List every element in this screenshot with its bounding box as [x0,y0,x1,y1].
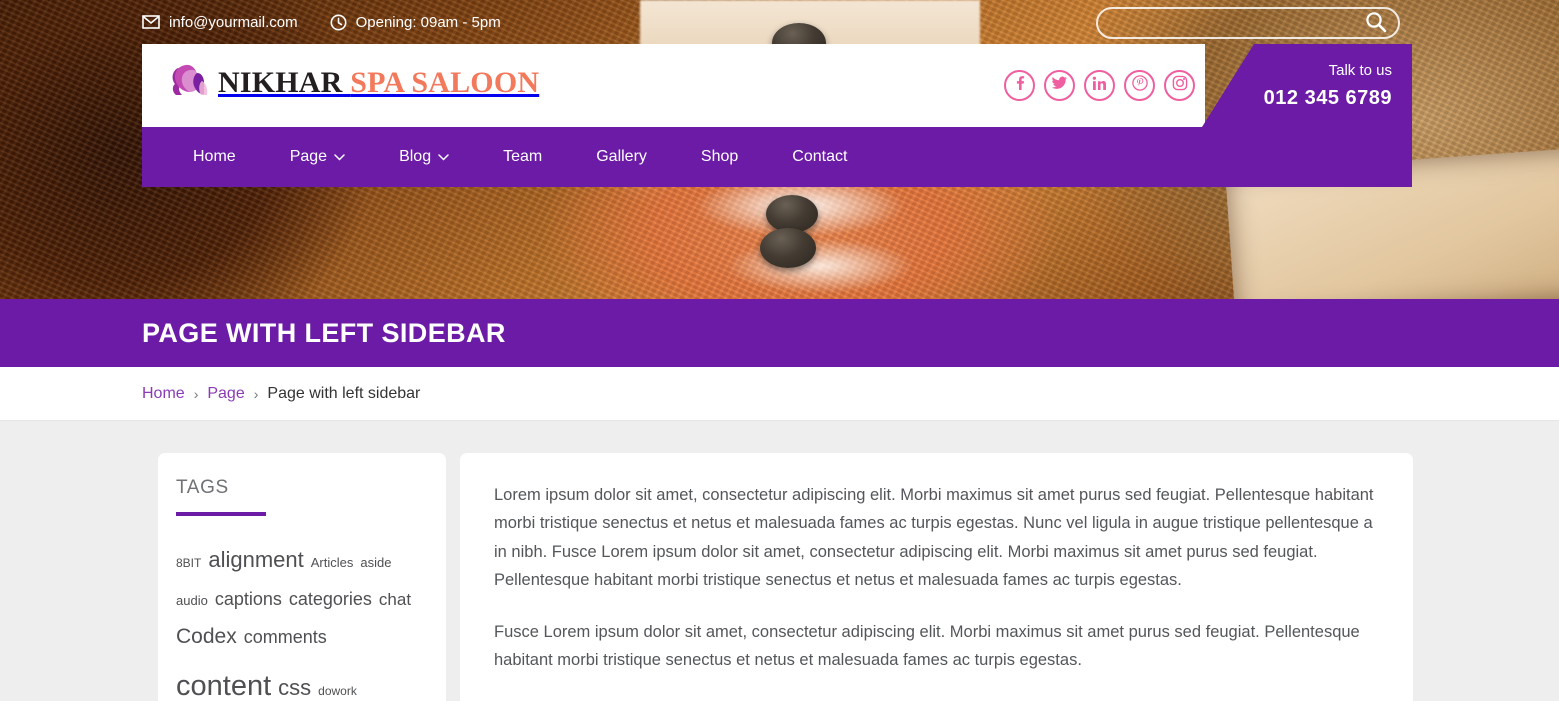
breadcrumb: Home › Page › Page with left sidebar [142,385,420,403]
nav-item-gallery[interactable]: Gallery [569,148,674,166]
tag-link[interactable]: 8BIT [176,552,201,575]
main-content: Lorem ipsum dolor sit amet, consectetur … [460,453,1413,701]
check-icon: ✔ [494,697,507,701]
breadcrumb-home[interactable]: Home [142,385,185,403]
social-link-linkedin[interactable] [1084,70,1115,101]
facebook-icon [1012,75,1028,96]
search-container [1096,7,1400,39]
tag-link[interactable]: content [176,658,271,701]
logo-secondary-text: SPA SALOON [350,66,540,99]
logo-primary-text: NIKHAR [218,66,343,99]
nav-label: Blog [399,148,432,165]
hero-banner: info@yourmail.com Opening: 09am - 5pm NI… [0,0,1559,299]
tag-link[interactable]: Codex [176,617,237,658]
list-item-label: Lorem ipsum dolor sit amet, consectetur … [518,697,915,701]
tag-cloud: 8BIT alignment Articles asideaudio captions c… [176,539,428,701]
nav-item-shop[interactable]: Shop [674,148,765,166]
chevron-down-icon [438,148,449,166]
left-sidebar: TAGS 8BIT alignment Articles aside audio capt… [158,453,446,701]
body-paragraph: Lorem ipsum dolor sit amet, consectetur … [494,486,1374,590]
tag-link[interactable]: audio [176,588,208,613]
nav-item-team[interactable]: Team [476,148,569,166]
envelope-icon [142,15,160,29]
list-item: ✔ Lorem ipsum dolor sit amet, consectetu… [494,697,1375,701]
widget-title-underline [176,512,266,516]
site-header: NIKHAR SPA SALOON Talk to us 012 345 678… [142,44,1412,127]
instagram-icon [1172,75,1188,96]
breadcrumb-separator-icon: › [193,385,199,402]
linkedin-icon [1092,76,1107,96]
talk-to-us: Talk to us 012 345 6789 [1264,60,1392,113]
breadcrumb-separator-icon: › [253,385,259,402]
tag-link[interactable]: dowork [318,680,357,701]
nav-label: Shop [700,148,739,165]
site-logo[interactable]: NIKHAR SPA SALOON [166,59,539,107]
pinterest-icon [1131,75,1148,96]
contact-email-text: info@yourmail.com [169,13,298,31]
tag-link[interactable]: aside [360,550,391,575]
top-utility-bar: info@yourmail.com Opening: 09am - 5pm [0,0,1559,44]
social-link-instagram[interactable] [1164,70,1195,101]
breadcrumb-bar: Home › Page › Page with left sidebar [0,367,1559,421]
social-link-facebook[interactable] [1004,70,1035,101]
page-title: PAGE WITH LEFT SIDEBAR [142,317,506,348]
social-link-pinterest[interactable] [1124,70,1155,101]
clock-icon [330,14,347,31]
search-icon [1365,11,1387,36]
contact-email[interactable]: info@yourmail.com [142,14,298,31]
tag-link[interactable]: css [278,667,311,701]
talk-to-us-label: Talk to us [1328,62,1392,79]
breadcrumb-current: Page with left sidebar [267,384,421,402]
tag-link[interactable]: categories [289,582,372,617]
nav-label: Gallery [596,148,647,165]
page-title-banner: PAGE WITH LEFT SIDEBAR [0,299,1559,367]
search-button[interactable] [1364,11,1388,35]
main-navigation: Home Page Blog Team Gallery Shop Contact [142,127,1412,187]
social-link-twitter[interactable] [1044,70,1075,101]
hero-stone-icon [760,228,816,268]
nav-item-home[interactable]: Home [166,148,263,166]
nav-list: Home Page Blog Team Gallery Shop Contact [166,148,874,166]
nav-item-contact[interactable]: Contact [765,148,874,166]
tags-widget-title: TAGS [176,477,229,498]
chevron-down-icon [334,148,345,166]
breadcrumb-parent[interactable]: Page [207,385,244,403]
opening-hours: Opening: 09am - 5pm [330,14,501,31]
nav-label: Home [193,148,236,165]
phone-number[interactable]: 012 345 6789 [1264,83,1392,113]
twitter-icon [1051,75,1068,96]
opening-hours-text: Opening: 09am - 5pm [355,13,501,31]
nav-label: Page [289,148,328,165]
tag-link[interactable]: captions [215,582,282,617]
nav-label: Team [503,148,543,165]
nav-item-page[interactable]: Page [263,148,372,166]
social-links [1004,70,1195,101]
tag-link[interactable]: chat [379,583,411,616]
tag-link[interactable]: alignment [208,539,303,582]
tag-link[interactable]: comments [244,620,327,655]
body-paragraph: Fusce Lorem ipsum dolor sit amet, consec… [494,622,1360,669]
page-content: TAGS 8BIT alignment Articles aside audio capt… [0,421,1559,701]
hair-woman-logo-icon [166,59,214,107]
hero-towel [620,170,1000,299]
nav-label: Contact [792,148,848,165]
feature-checklist: ✔ Lorem ipsum dolor sit amet, consectetu… [494,697,1375,701]
tag-link[interactable]: Articles [311,550,354,575]
search-input[interactable] [1096,7,1400,39]
nav-item-blog[interactable]: Blog [372,148,476,166]
